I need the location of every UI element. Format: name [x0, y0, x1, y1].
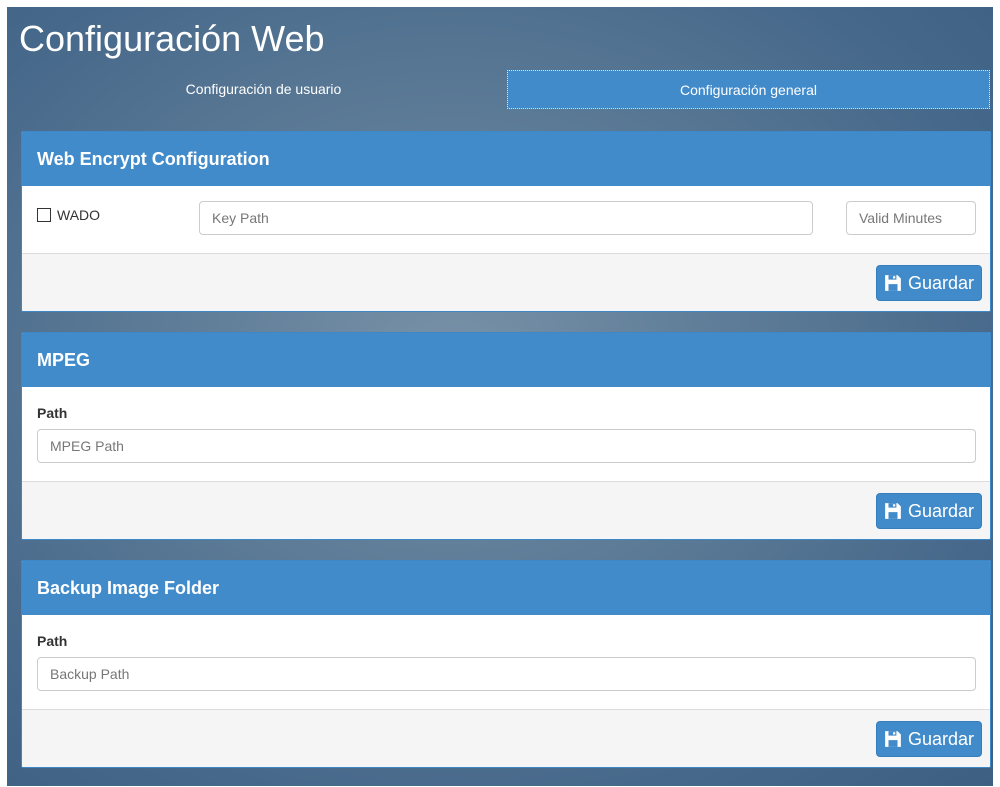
panel-footer: Guardar	[22, 481, 990, 539]
panel-title: MPEG	[22, 333, 990, 387]
web-encrypt-panel: Web Encrypt Configuration WADO Guardar	[21, 131, 991, 312]
mpeg-panel: MPEG Path Guardar	[21, 332, 991, 540]
mpeg-path-input[interactable]	[37, 429, 976, 463]
panel-body: WADO	[22, 186, 990, 253]
floppy-disk-icon	[885, 503, 901, 519]
save-button[interactable]: Guardar	[875, 265, 982, 301]
tab-user-configuration[interactable]: Configuración de usuario	[21, 70, 506, 109]
save-button-label: Guardar	[907, 272, 974, 293]
page-title: Configuración Web	[19, 18, 325, 59]
wado-checkbox[interactable]	[37, 208, 51, 222]
save-button[interactable]: Guardar	[875, 493, 982, 529]
valid-minutes-input[interactable]	[846, 201, 976, 235]
panel-title: Backup Image Folder	[22, 561, 990, 615]
panel-footer: Guardar	[22, 253, 990, 311]
backup-path-label: Path	[37, 633, 68, 649]
tab-general-configuration[interactable]: Configuración general	[507, 70, 990, 109]
wado-label: WADO	[57, 207, 101, 223]
backup-path-input[interactable]	[37, 657, 976, 691]
panel-title: Web Encrypt Configuration	[22, 132, 990, 186]
floppy-disk-icon	[885, 275, 901, 291]
save-button-label: Guardar	[907, 728, 974, 749]
app-window: Configuración Web Configuración de usuar…	[7, 7, 993, 786]
floppy-disk-icon	[885, 731, 901, 747]
key-path-input[interactable]	[199, 201, 813, 235]
save-button-label: Guardar	[907, 500, 974, 521]
panel-body: Path	[22, 615, 990, 709]
wado-checkbox-row[interactable]: WADO	[37, 207, 100, 223]
backup-panel: Backup Image Folder Path Guardar	[21, 560, 991, 768]
mpeg-path-label: Path	[37, 405, 68, 421]
panel-footer: Guardar	[22, 709, 990, 767]
panel-body: Path	[22, 387, 990, 481]
save-button[interactable]: Guardar	[875, 721, 982, 757]
tab-bar: Configuración de usuario Configuración g…	[21, 70, 990, 109]
